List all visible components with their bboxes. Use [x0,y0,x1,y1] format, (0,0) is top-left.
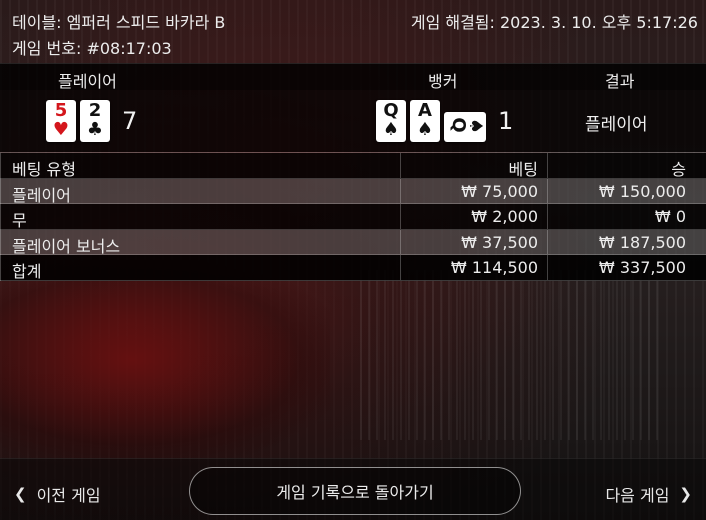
previous-game-button[interactable]: ❮ 이전 게임 [14,482,101,506]
bet-amount-header: 베팅 [400,153,547,179]
bet-type: 무 [12,211,27,230]
spade-suit-icon: ♠ [382,119,400,140]
spade-suit-icon: ♠ [416,119,434,140]
results-header: 플레이어 뱅커 결과 [0,63,706,91]
header-info: 테이블: 엠퍼러 스피드 바카라 B 게임 해결됨: 2023. 3. 10. … [12,10,698,32]
win-amount-header: 승 [547,153,706,179]
card-rank: Q [383,100,399,121]
banker-card-1: Q ♠ [376,100,406,142]
table-name: 테이블: 엠퍼러 스피드 바카라 B [12,13,226,32]
bet-amount: ₩ 2,000 [400,204,547,229]
chevron-left-icon: ❮ [14,485,27,503]
player-card-1: 5 ♥ [46,100,76,142]
banker-card-2: A ♠ [410,100,440,142]
bets-table-header: 베팅 유형 베팅 승 [0,153,706,179]
bet-type-header: 베팅 유형 [12,160,76,179]
total-row: 합계 ₩ 114,500 ₩ 337,500 [0,255,706,281]
win-amount: ₩ 187,500 [547,229,706,254]
bet-amount: ₩ 75,000 [400,178,547,203]
club-suit-icon: ♣ [86,119,104,140]
table-row: 플레이어 보너스 ₩ 37,500 ₩ 187,500 [0,229,706,256]
banker-hand: Q ♠ A ♠ Q ♠ 1 [376,100,513,142]
card-rank: 2 [88,100,102,121]
spade-suit-icon: ♠ [465,117,486,135]
card-rank: 5 [54,100,68,121]
banker-score: 1 [498,107,514,135]
next-game-button[interactable]: 다음 게임 ❯ [605,482,692,506]
heart-suit-icon: ♥ [52,119,70,140]
card-rank: A [418,100,432,121]
bets-table: 베팅 유형 베팅 승 플레이어 ₩ 75,000 ₩ 150,000 무 ₩ 2… [0,152,706,281]
back-to-history-label: 게임 기록으로 돌아가기 [276,483,434,502]
table-row: 무 ₩ 2,000 ₩ 0 [0,204,706,230]
player-score: 7 [122,107,138,135]
previous-game-label: 이전 게임 [36,486,101,505]
back-to-history-button[interactable]: 게임 기록으로 돌아가기 [189,467,521,515]
banker-card-3-sideways: Q ♠ [444,112,486,142]
chevron-right-icon: ❯ [679,485,692,503]
total-label: 합계 [12,262,42,281]
total-bet: ₩ 114,500 [400,255,547,280]
player-hand: 5 ♥ 2 ♣ 7 [46,100,137,142]
resolved-time: 게임 해결됨: 2023. 3. 10. 오후 5:17:26 [410,13,698,32]
bet-type: 플레이어 보너스 [12,236,121,256]
banker-header: 뱅커 [428,72,458,91]
table-left-border [0,153,1,281]
win-amount: ₩ 150,000 [547,178,706,203]
player-card-2: 2 ♣ [80,100,110,142]
total-win: ₩ 337,500 [547,255,706,280]
table-row: 플레이어 ₩ 75,000 ₩ 150,000 [0,178,706,205]
bet-type: 플레이어 [12,185,71,205]
result-header: 결과 [605,72,635,91]
result-value: 플레이어 [585,115,648,135]
game-number: 게임 번호: #08:17:03 [12,39,172,58]
player-header: 플레이어 [58,72,117,91]
win-amount: ₩ 0 [547,204,706,229]
results-row: 5 ♥ 2 ♣ 7 Q ♠ A ♠ Q ♠ 1 플레이어 [0,90,706,152]
next-game-label: 다음 게임 [605,486,670,505]
game-details-view: 테이블: 엠퍼러 스피드 바카라 B 게임 해결됨: 2023. 3. 10. … [0,0,706,520]
bet-amount: ₩ 37,500 [400,229,547,254]
